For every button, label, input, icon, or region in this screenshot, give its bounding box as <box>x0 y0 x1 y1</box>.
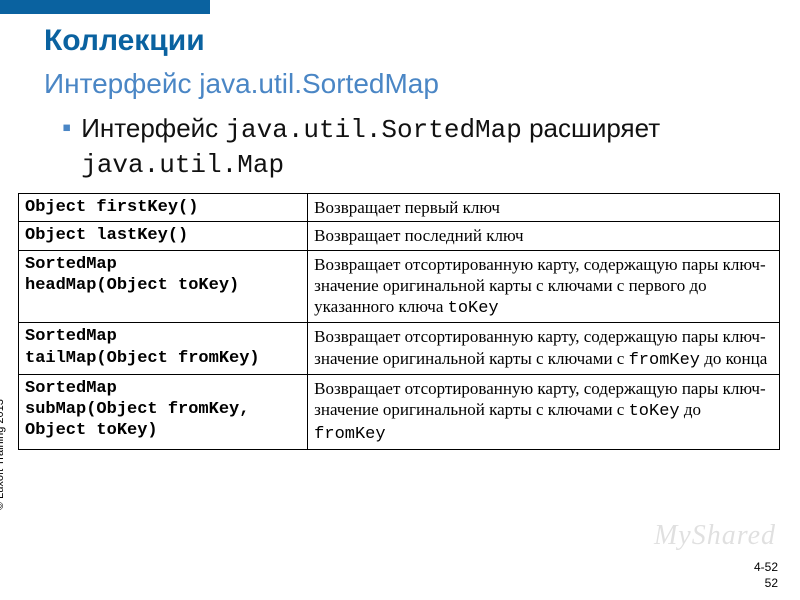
desc-code: toKey <box>448 299 499 318</box>
bullet-item: ▪ Интерфейс java.util.SortedMap расширяе… <box>44 112 780 181</box>
method-description: Возвращает отсортированную карту, содерж… <box>308 323 780 375</box>
desc-text: до конца <box>700 349 767 368</box>
method-signature: SortedMap subMap(Object fromKey, Object … <box>19 374 308 449</box>
slide-number-section: 4-52 <box>754 560 778 574</box>
bullet-marker-icon: ▪ <box>62 114 71 140</box>
method-signature: SortedMap headMap(Object toKey) <box>19 250 308 323</box>
desc-code: fromKey <box>314 425 385 444</box>
desc-text: Возвращает отсортированную карту, содерж… <box>314 255 765 317</box>
bullet-mid: расширяет <box>522 113 660 143</box>
method-signature: Object firstKey() <box>19 194 308 222</box>
bullet-code-1: java.util.SortedMap <box>225 115 521 145</box>
table-row: Object firstKey() Возвращает первый ключ <box>19 194 780 222</box>
method-description: Возвращает первый ключ <box>308 194 780 222</box>
accent-bar <box>0 0 210 14</box>
slide-title: Коллекции <box>44 24 780 58</box>
method-description: Возвращает последний ключ <box>308 222 780 250</box>
desc-code: fromKey <box>629 351 700 370</box>
method-description: Возвращает отсортированную карту, содерж… <box>308 374 780 449</box>
slide-number: 52 <box>765 576 778 590</box>
method-signature: Object lastKey() <box>19 222 308 250</box>
bullet-code-2: java.util.Map <box>81 150 284 180</box>
table-row: SortedMap headMap(Object toKey) Возвраща… <box>19 250 780 323</box>
api-table: Object firstKey() Возвращает первый ключ… <box>18 193 780 450</box>
copyright-label: © Luxoft Training 2013 <box>0 399 6 510</box>
desc-text: до <box>680 400 701 419</box>
bullet-text: Интерфейс java.util.SortedMap расширяет … <box>81 112 780 181</box>
slide-subtitle: Интерфейс java.util.SortedMap <box>44 68 780 100</box>
bullet-prefix: Интерфейс <box>81 113 225 143</box>
table-row: SortedMap subMap(Object fromKey, Object … <box>19 374 780 449</box>
watermark: MyShared <box>654 520 776 552</box>
slide: Коллекции Интерфейс java.util.SortedMap … <box>0 0 800 600</box>
desc-code: toKey <box>629 402 680 421</box>
table-row: Object lastKey() Возвращает последний кл… <box>19 222 780 250</box>
method-description: Возвращает отсортированную карту, содерж… <box>308 250 780 323</box>
table-row: SortedMap tailMap(Object fromKey) Возвра… <box>19 323 780 375</box>
method-signature: SortedMap tailMap(Object fromKey) <box>19 323 308 375</box>
